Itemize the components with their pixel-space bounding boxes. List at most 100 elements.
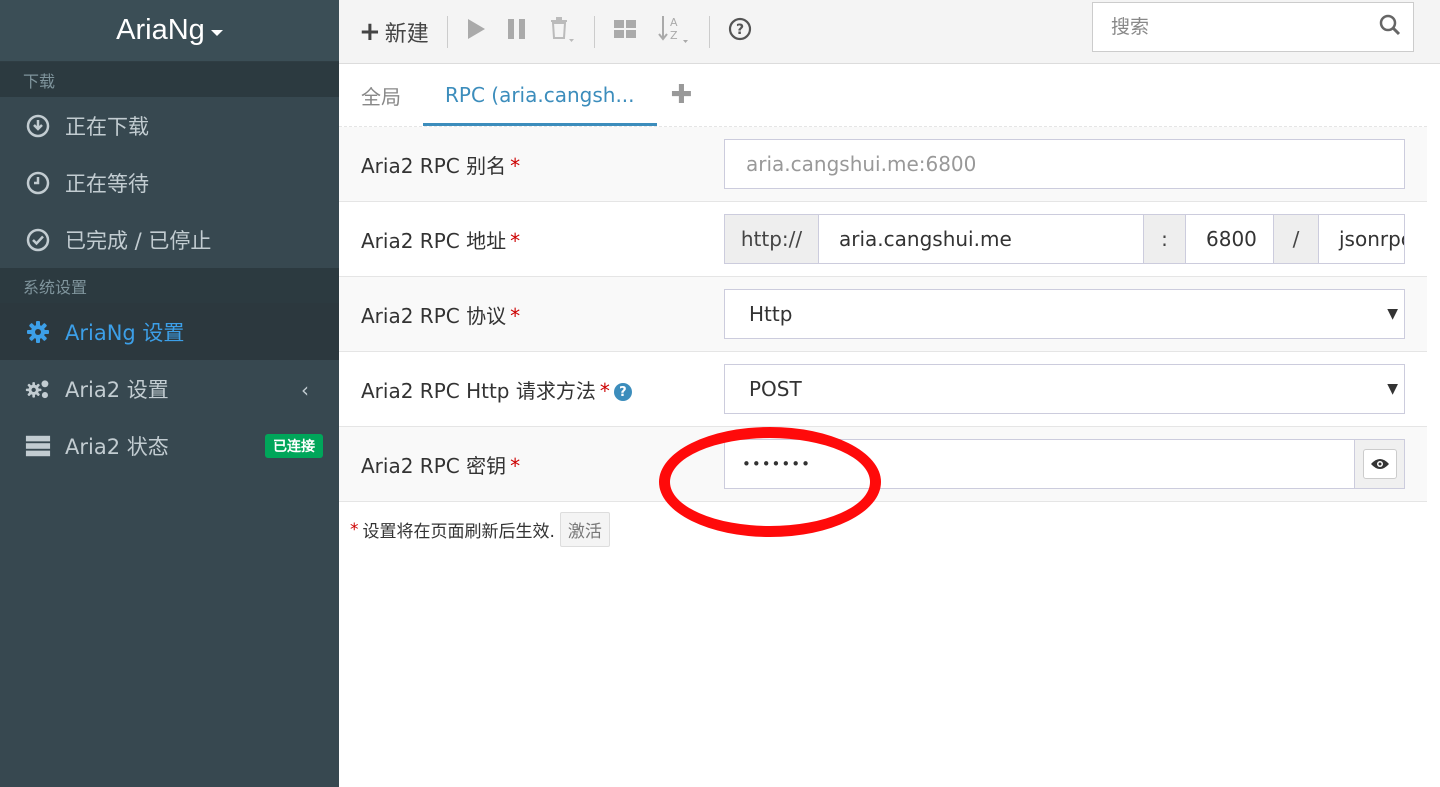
pause-icon <box>506 18 528 46</box>
rpc-secret-input[interactable]: ••••••• <box>725 440 811 488</box>
sidebar-item-aria2-settings[interactable]: Aria2 设置 ‹ <box>0 360 339 417</box>
rpc-protocol-select[interactable]: Http ▼ <box>724 289 1405 339</box>
required-marker: * <box>510 453 521 478</box>
required-marker: * <box>510 303 521 328</box>
sidebar-item-downloading[interactable]: 正在下载 <box>0 97 339 154</box>
rpc-protocol-value: Http <box>749 302 793 326</box>
activate-button[interactable]: 激活 <box>559 512 610 547</box>
method-label: Aria2 RPC Http 请求方法 <box>361 378 596 403</box>
new-task-label: 新建 <box>384 21 429 47</box>
rpc-settings-form: Aria2 RPC 别名* Aria2 RPC 地址* http:// aria… <box>339 126 1427 502</box>
check-circle-icon <box>25 227 51 253</box>
form-row-address: Aria2 RPC 地址 * http:// aria.cangshui.me :… <box>339 202 1427 277</box>
rpc-port-input[interactable]: 6800 <box>1186 215 1273 263</box>
select-all-button[interactable] <box>603 12 647 52</box>
brand-dropdown[interactable]: AriaNg <box>0 0 339 62</box>
plus-icon: + <box>359 16 381 47</box>
play-icon <box>466 18 486 46</box>
brand-title: AriaNg <box>116 14 205 46</box>
form-label: Aria2 RPC 地址 * <box>339 225 724 254</box>
form-label: Aria2 RPC 协议 * <box>339 300 724 329</box>
sidebar-item-label: AriaNg 设置 <box>65 320 185 345</box>
tab-rpc[interactable]: RPC (aria.cangsh... <box>423 64 657 126</box>
help-button[interactable]: ? <box>718 12 762 52</box>
server-icon <box>25 433 51 459</box>
address-input-group: http:// aria.cangshui.me : 6800 / jsonrp… <box>724 214 1405 264</box>
toggle-secret-visibility-button[interactable] <box>1354 440 1404 488</box>
required-marker: * <box>510 153 521 178</box>
rpc-method-value: POST <box>749 377 802 401</box>
settings-tabs: 全局 RPC (aria.cangsh... ✚ <box>339 64 1440 126</box>
secret-label: Aria2 RPC 密钥 <box>361 453 507 478</box>
slash-separator: / <box>1273 215 1319 263</box>
svg-text:Z: Z <box>670 29 678 42</box>
connection-status-badge: 已连接 <box>265 434 323 458</box>
app-root: AriaNg 下载 正在下载 正在等待 已完成 / 已停止 系统设置 AriaN… <box>0 0 1440 787</box>
protocol-label: Aria2 RPC 协议 <box>361 303 507 328</box>
required-marker: * <box>510 228 521 253</box>
add-rpc-tab-button[interactable]: ✚ <box>657 64 707 126</box>
sidebar-item-waiting[interactable]: 正在等待 <box>0 154 339 211</box>
sidebar-item-aria2-status[interactable]: Aria2 状态 已连接 <box>0 417 339 474</box>
grid-icon <box>613 18 637 46</box>
pause-button[interactable] <box>496 12 538 52</box>
eye-icon <box>1362 449 1397 479</box>
sidebar-item-stopped[interactable]: 已完成 / 已停止 <box>0 211 339 268</box>
alias-label: Aria2 RPC 别名 <box>361 153 507 178</box>
sort-button[interactable]: AZ <box>647 12 701 52</box>
rpc-host-input[interactable]: aria.cangshui.me <box>819 215 1143 263</box>
rpc-method-select[interactable]: POST ▼ <box>724 364 1405 414</box>
tab-global[interactable]: 全局 <box>339 64 423 126</box>
protocol-prefix-dropdown[interactable]: http:// <box>725 215 819 263</box>
sidebar-item-label: Aria2 设置 <box>65 377 169 402</box>
sidebar-item-label: Aria2 状态 <box>65 434 169 459</box>
sidebar-item-label: 已完成 / 已停止 <box>65 228 212 253</box>
clock-icon <box>25 170 51 196</box>
footnote-text: 设置将在页面刷新后生效. <box>362 522 555 542</box>
toolbar-divider <box>593 15 595 48</box>
form-row-secret: Aria2 RPC 密钥 * ••••••• <box>339 427 1427 502</box>
rpc-alias-input[interactable] <box>725 140 1404 188</box>
required-marker: * <box>599 378 610 403</box>
search-input[interactable] <box>1111 16 1379 38</box>
form-row-alias: Aria2 RPC 别名 * <box>339 127 1427 202</box>
settings-footnote: * 设置将在页面刷新后生效. 激活 <box>350 512 610 547</box>
svg-text:A: A <box>670 16 678 29</box>
new-task-button[interactable]: + 新建 <box>339 12 439 52</box>
form-label: Aria2 RPC 密钥 * <box>339 450 724 479</box>
rpc-path-input[interactable]: jsonrpc <box>1319 215 1404 263</box>
toolbar: + 新建 AZ ? <box>339 0 1440 64</box>
caret-down-icon <box>210 29 223 36</box>
section-header-settings: 系统设置 <box>0 268 339 303</box>
form-label: Aria2 RPC Http 请求方法 *? <box>339 375 724 404</box>
section-header-download: 下载 <box>0 62 339 97</box>
caret-down-icon: ▼ <box>1387 381 1398 397</box>
caret-down-icon: ▼ <box>1387 306 1398 322</box>
form-row-method: Aria2 RPC Http 请求方法 *? POST ▼ <box>339 352 1427 427</box>
toolbar-divider <box>708 15 710 48</box>
sidebar-item-label: 正在下载 <box>65 114 149 139</box>
chevron-left-icon: ‹ <box>301 378 309 402</box>
question-circle-icon[interactable]: ? <box>613 383 632 401</box>
search-box <box>1092 2 1414 52</box>
secret-field-wrapper: ••••••• <box>724 439 1405 489</box>
required-marker: * <box>350 519 359 540</box>
form-row-protocol: Aria2 RPC 协议 * Http ▼ <box>339 277 1427 352</box>
alias-field-wrapper <box>724 139 1405 189</box>
gear-icon <box>25 319 51 345</box>
download-circle-icon <box>25 113 51 139</box>
start-button[interactable] <box>456 12 496 52</box>
plus-icon: ✚ <box>670 80 693 110</box>
form-label: Aria2 RPC 别名 * <box>339 150 724 179</box>
question-circle-icon: ? <box>728 17 752 47</box>
sidebar-item-label: 正在等待 <box>65 171 149 196</box>
sort-alpha-icon: AZ <box>657 14 691 50</box>
sidebar: AriaNg 下载 正在下载 正在等待 已完成 / 已停止 系统设置 AriaN… <box>0 0 339 787</box>
gears-icon <box>25 376 51 402</box>
trash-icon <box>548 15 576 49</box>
toolbar-divider <box>446 15 448 48</box>
sidebar-item-ariang-settings[interactable]: AriaNg 设置 <box>0 303 339 360</box>
colon-separator: : <box>1143 215 1186 263</box>
delete-button[interactable] <box>538 12 586 52</box>
search-icon[interactable] <box>1379 14 1401 40</box>
